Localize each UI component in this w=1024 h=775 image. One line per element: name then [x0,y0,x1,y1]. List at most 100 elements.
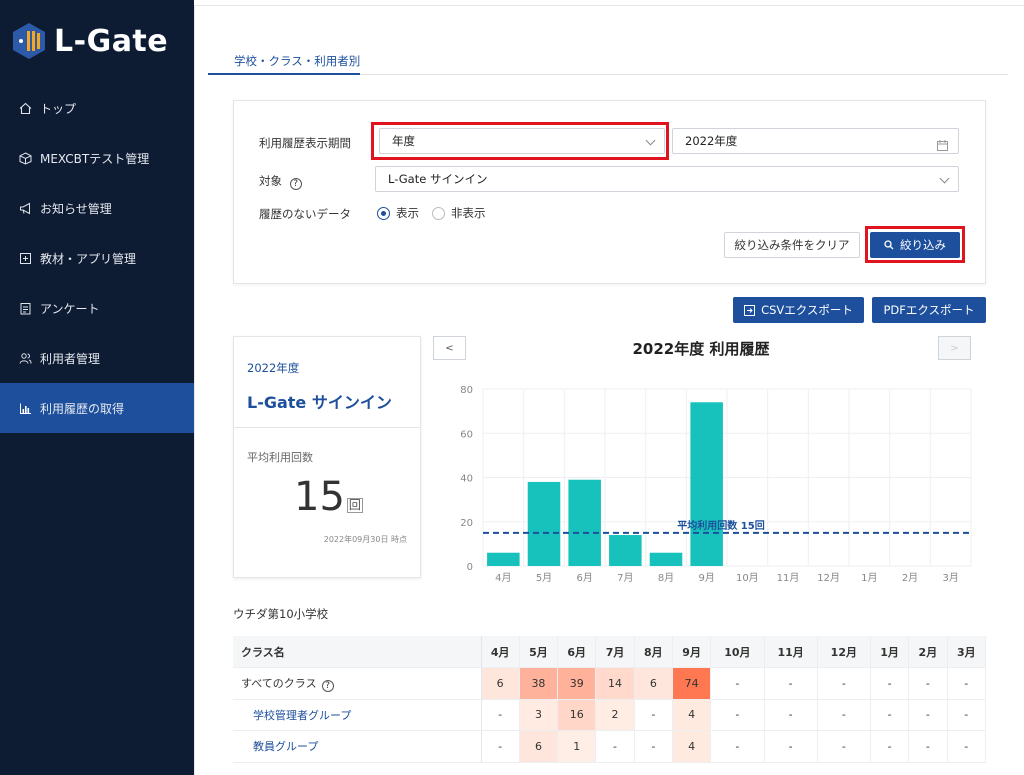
value-cell: 39 [557,667,597,700]
sidebar-item-mexcbt[interactable]: MEXCBTテスト管理 [0,133,194,183]
value-cell: 16 [557,699,597,731]
search-icon [884,240,894,250]
summary-card: 2022年度 L-Gate サインイン 平均利用回数 15 回 2022年09月… [233,336,421,578]
sidebar-item-top[interactable]: トップ [0,83,194,133]
tab-label: 学校・クラス・利用者別 [234,54,361,68]
sidebar-item-label: お知らせ管理 [40,201,112,216]
class-name-cell[interactable]: 教員グループ [233,730,482,763]
value-cell: 1 [557,730,597,763]
value-cell: 14 [595,667,635,700]
sidebar-item-label: MEXCBTテスト管理 [40,151,150,166]
help-icon[interactable]: ? [289,178,302,190]
apply-filter-button[interactable]: 絞り込み [870,232,960,258]
clear-filter-button[interactable]: 絞り込み条件をクリア [724,232,860,258]
csv-export-button[interactable]: CSVエクスポート [733,297,864,323]
usage-table: クラス名 4月 5月 6月 7月 8月 9月 10月 11月 12月 1月 2月… [233,636,987,763]
value-cell: - [764,667,818,700]
apply-filter-label: 絞り込み [900,238,946,252]
school-name: ウチダ第10小学校 [233,607,329,621]
value-cell: 4 [672,730,712,763]
cube-icon [18,151,32,165]
class-name: 教員グループ [253,740,319,754]
sidebar-item-materials[interactable]: 教材・アプリ管理 [0,233,194,283]
value-cell: - [481,730,520,763]
plus-square-icon [18,251,32,265]
value-cell: - [870,699,910,731]
pdf-export-button[interactable]: PDFエクスポート [872,297,986,323]
bar-chart-icon [18,401,32,415]
value-cell: - [947,730,987,763]
value-cell: - [710,667,765,700]
filter-panel: 利用履歴表示期間 年度 2022年度 対象 ? L-Gate サインイン 履歴の… [233,100,986,284]
col-header: 5月 [519,636,559,668]
class-name-cell[interactable]: 学校管理者グループ [233,699,482,731]
chart-title: 2022年度 利用履歴 [633,340,770,358]
value-cell: 3 [519,699,559,731]
radio-show[interactable]: 表示 [377,205,419,221]
chart-bar [527,481,561,566]
sidebar-item-news[interactable]: お知らせ管理 [0,183,194,233]
target-select[interactable]: L-Gate サインイン [375,166,959,192]
table-row: 学校管理者グループ -3 16 2-4- - - - - - [233,699,987,731]
col-header: クラス名 [233,636,482,668]
radio-hide[interactable]: 非表示 [432,205,486,221]
value-cell: - [947,667,987,700]
clear-filter-label: 絞り込み条件をクリア [734,238,850,252]
sidebar-nav: トップ MEXCBTテスト管理 お知らせ管理 教材・アプリ管理 アンケート 利用… [0,83,194,433]
value-cell: 6 [519,730,559,763]
summary-target: L-Gate サインイン [247,393,392,412]
app-name: L-Gate [54,23,169,59]
value-cell: - [710,730,765,763]
x-tick-label: 11月 [777,572,800,584]
as-of-date: 2022年09月30日 時点 [323,535,407,544]
pdf-export-label: PDFエクスポート [883,303,975,317]
chart-svg: 2022年度 利用履歴 0 20 40 60 80 4月 5月 6月 7月 8月 9月 10月 11月 12… [460,340,972,584]
class-name: 学校管理者グループ [253,708,352,722]
table-header-row: クラス名 4月 5月 6月 7月 8月 9月 10月 11月 12月 1月 2月… [233,636,987,668]
x-tick-label: 12月 [817,572,840,584]
sidebar-item-survey[interactable]: アンケート [0,283,194,333]
x-tick-label: 9月 [698,572,714,584]
tab-school-class-user[interactable]: 学校・クラス・利用者別 [208,42,386,74]
value-cell: - [764,699,818,731]
y-tick-label: 60 [460,429,473,440]
table-row: 教員グループ -6 1- -4- - - - - - [233,730,987,763]
sidebar-item-label: トップ [40,101,77,116]
col-header: 12月 [817,636,871,668]
avg-value: 15 [294,474,345,520]
chevron-down-icon [939,173,950,184]
value-cell: 6 [481,667,520,700]
chart-bar [649,552,683,566]
sidebar-item-users[interactable]: 利用者管理 [0,333,194,383]
col-header: 1月 [870,636,910,668]
sidebar-item-usage-history[interactable]: 利用履歴の取得 [0,383,194,433]
value-cell: - [817,699,871,731]
divider [234,427,420,428]
csv-export-label: CSVエクスポート [761,303,853,317]
sidebar-item-label: アンケート [40,301,100,316]
col-header: 7月 [595,636,635,668]
period-year-input[interactable]: 2022年度 [672,128,959,154]
target-label: 対象 ? [259,173,302,190]
col-header: 9月 [672,636,712,668]
chart-bar [609,535,642,566]
logo[interactable]: L-Gate [12,22,168,60]
col-header: 8月 [634,636,673,668]
chart-bar [690,402,723,566]
value-cell: - [947,699,987,731]
x-tick-label: 7月 [617,572,633,584]
y-tick-label: 80 [460,385,473,396]
class-name: すべてのクラス [241,676,317,690]
main-area: 学校・クラス・利用者別 利用履歴表示期間 年度 2022年度 対象 ? L-Ga… [194,0,1024,775]
home-icon [18,101,32,115]
x-tick-label: 3月 [942,572,958,584]
value-cell: - [908,730,948,763]
users-icon [18,351,32,365]
content-panel: 学校・クラス・利用者別 利用履歴表示期間 年度 2022年度 対象 ? L-Ga… [194,6,1024,775]
megaphone-icon [18,201,32,215]
col-header: 10月 [710,636,765,668]
help-icon[interactable]: ? [321,679,334,692]
average-label: 平均利用回数 15回 [677,519,764,532]
logo-mark-icon [12,22,46,60]
value-cell: - [595,730,635,763]
